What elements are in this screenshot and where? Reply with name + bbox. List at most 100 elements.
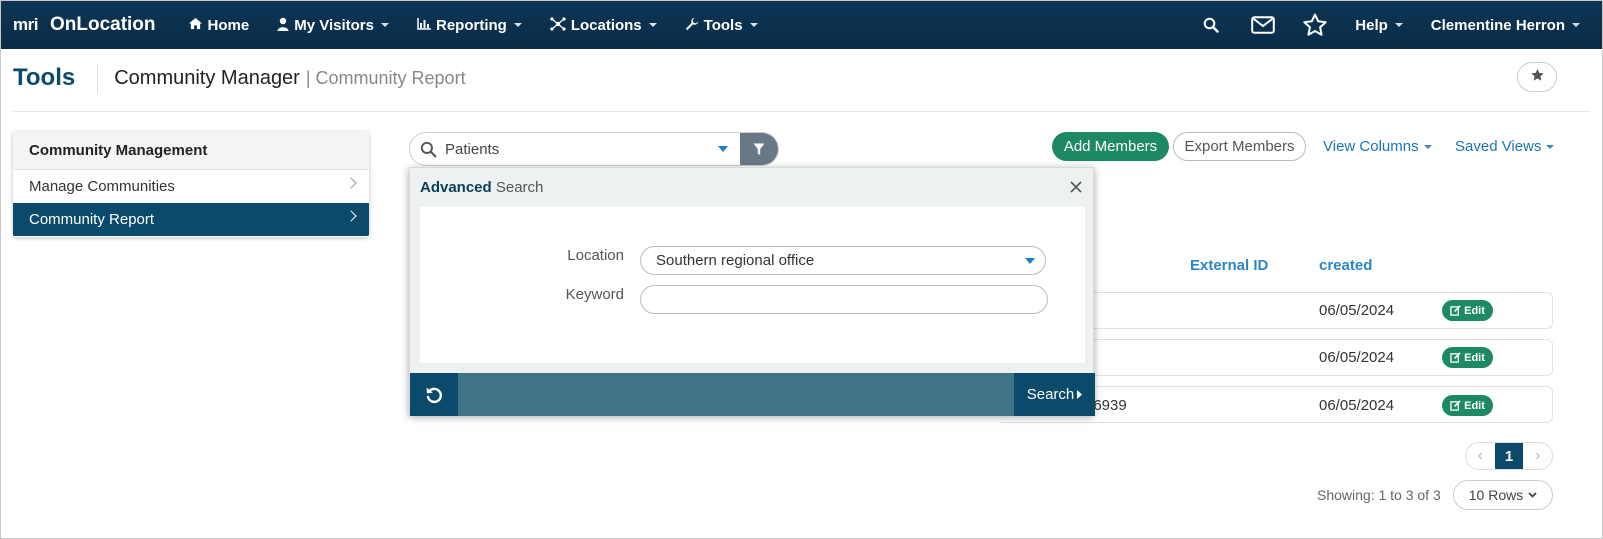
advanced-search-footer: Search (410, 373, 1095, 416)
chevron-down-icon (1394, 23, 1403, 27)
page-header: Tools Community Manager | Community Repo… (13, 63, 466, 93)
nav-my-visitors[interactable]: My Visitors (263, 1, 403, 49)
nav-home-label: Home (207, 16, 250, 34)
brand-name: OnLocation (49, 14, 156, 35)
brand[interactable]: mri OnLocation (13, 14, 156, 36)
advanced-search-title-rest: Search (491, 179, 544, 196)
user-name: Clementine Herron (1430, 16, 1565, 34)
advanced-search-form: Location Southern regional office Keywor… (420, 207, 1085, 363)
chevron-down-icon (749, 23, 758, 27)
add-members-button[interactable]: Add Members (1052, 132, 1169, 161)
chevron-down-icon (1572, 23, 1580, 27)
chevron-down-icon (513, 23, 522, 27)
edit-button[interactable]: Edit (1442, 395, 1493, 416)
next-page-button[interactable]: › (1523, 443, 1552, 469)
filter-icon (753, 143, 765, 156)
chevron-down-icon (648, 23, 657, 27)
mail-icon[interactable] (1237, 1, 1289, 49)
search-button[interactable]: Search (1014, 373, 1095, 416)
cell-created: 06/05/2024 (1319, 302, 1395, 319)
search-type-value[interactable]: Patients (445, 141, 718, 158)
filter-button[interactable] (740, 133, 778, 165)
search-icon[interactable] (1185, 1, 1237, 49)
caret-down-icon (1025, 258, 1035, 264)
edit-label: Edit (1464, 399, 1485, 412)
pagination: ‹ 1 › (1465, 442, 1553, 470)
nav-locations-label: Locations (570, 16, 642, 34)
rows-per-page-select[interactable]: 10 Rows (1453, 480, 1553, 510)
bar-chart-icon (417, 17, 431, 33)
rows-per-page-label: 10 Rows (1468, 487, 1524, 503)
location-label: Location (567, 247, 624, 264)
header-divider (97, 63, 99, 93)
edit-button[interactable]: Edit (1442, 300, 1493, 321)
chevron-down-icon (1546, 144, 1555, 149)
close-icon[interactable] (1067, 178, 1085, 196)
page-title: Community Manager (114, 66, 300, 89)
star-icon[interactable] (1289, 1, 1341, 49)
sidebar-item-label: Manage Communities (29, 178, 175, 195)
view-columns-dropdown[interactable]: View Columns (1323, 138, 1432, 155)
search-button-label: Search (1026, 386, 1075, 403)
edit-icon (1450, 352, 1461, 363)
header-separator (13, 111, 1590, 112)
keyword-input[interactable] (640, 285, 1048, 314)
prev-page-button[interactable]: ‹ (1466, 443, 1495, 469)
chevron-down-icon (1528, 492, 1537, 498)
search-bar[interactable]: Patients (409, 132, 779, 166)
nav-tools[interactable]: Tools (671, 1, 772, 49)
sidebar-item-manage-communities[interactable]: Manage Communities (13, 170, 369, 203)
column-header-created[interactable]: created (1319, 257, 1372, 274)
cell-created: 06/05/2024 (1319, 349, 1395, 366)
chevron-down-icon (1423, 144, 1432, 149)
cell-created: 06/05/2024 (1319, 397, 1395, 414)
nav-help[interactable]: Help (1341, 1, 1417, 49)
advanced-search-title: Advanced Search (420, 179, 543, 196)
user-icon (277, 17, 289, 34)
page-number[interactable]: 1 (1494, 443, 1524, 469)
caret-down-icon[interactable] (718, 146, 728, 152)
favorite-button[interactable] (1517, 62, 1557, 92)
nav-help-label: Help (1355, 16, 1388, 34)
sidebar-item-community-report[interactable]: Community Report (13, 203, 369, 236)
nav-reporting[interactable]: Reporting (403, 1, 536, 49)
chevron-right-icon (345, 177, 357, 189)
nav-user-menu[interactable]: Clementine Herron (1417, 1, 1580, 49)
star-icon (1530, 68, 1545, 87)
nav-reporting-label: Reporting (435, 16, 507, 34)
top-navbar: mri OnLocation Home My Visitors Reportin… (1, 1, 1602, 49)
sidebar-title: Community Management (13, 132, 369, 170)
nav-my-visitors-label: My Visitors (294, 16, 374, 34)
mri-logo: mri (13, 15, 38, 34)
export-members-button[interactable]: Export Members (1173, 132, 1306, 161)
sidebar: Community Management Manage Communities … (13, 132, 369, 237)
wrench-icon (685, 17, 699, 34)
search-icon (420, 141, 437, 158)
location-select[interactable]: Southern regional office (640, 246, 1046, 275)
undo-icon (424, 385, 444, 405)
edit-icon (1450, 305, 1461, 316)
saved-views-dropdown[interactable]: Saved Views (1455, 138, 1555, 155)
showing-count: Showing: 1 to 3 of 3 (1317, 487, 1441, 503)
advanced-search-title-bold: Advanced (420, 179, 492, 196)
page-subtitle: | Community Report (305, 67, 466, 88)
section-title: Tools (13, 64, 76, 91)
home-icon (188, 17, 203, 33)
chevron-down-icon (380, 23, 389, 27)
edit-button[interactable]: Edit (1442, 347, 1493, 368)
advanced-search-panel: Advanced Search Location Southern region… (409, 167, 1095, 416)
sidebar-item-label: Community Report (29, 211, 155, 228)
chevron-right-icon (345, 210, 357, 222)
nav-tools-label: Tools (703, 16, 743, 34)
view-columns-label: View Columns (1323, 138, 1419, 155)
caret-right-icon (1077, 390, 1083, 399)
reset-button[interactable] (410, 373, 458, 416)
network-icon (550, 16, 566, 34)
app-window: mri OnLocation Home My Visitors Reportin… (0, 0, 1603, 539)
nav-home[interactable]: Home (174, 1, 264, 49)
edit-icon (1450, 400, 1461, 411)
location-value: Southern regional office (656, 252, 815, 269)
keyword-label: Keyword (565, 286, 624, 303)
column-header-external-id[interactable]: External ID (1190, 257, 1268, 274)
nav-locations[interactable]: Locations (536, 1, 671, 49)
